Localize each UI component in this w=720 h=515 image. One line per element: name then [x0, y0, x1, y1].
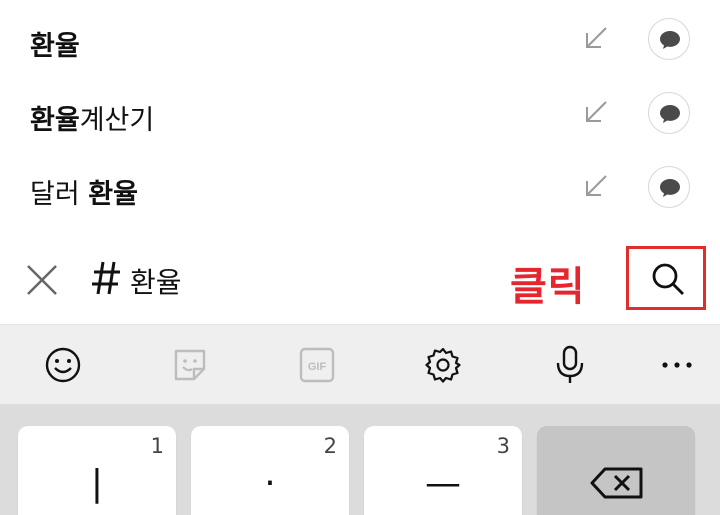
gif-label: GIF: [308, 361, 327, 373]
backspace-icon: [590, 467, 643, 499]
speech-bubble-icon: [660, 105, 680, 123]
key-1[interactable]: 1 |: [18, 426, 176, 515]
key-2[interactable]: 2 ·: [191, 426, 349, 515]
key-glyph: |: [90, 463, 104, 504]
key-number: 1: [150, 434, 164, 458]
settings-icon[interactable]: [423, 345, 463, 385]
fill-query-arrow-icon[interactable]: [582, 98, 610, 126]
key-glyph: —: [425, 463, 461, 504]
suggestion-text-part: 환율: [88, 179, 138, 210]
search-icon: [652, 263, 684, 295]
search-button[interactable]: [626, 246, 706, 310]
speech-bubble-icon: [660, 31, 680, 49]
fill-query-arrow-icon[interactable]: [582, 24, 610, 52]
suggestion-text[interactable]: 환율계산기: [30, 98, 154, 137]
key-number: 3: [496, 434, 510, 458]
suggestion-text-part: 환율: [30, 31, 80, 62]
speech-bubble-icon: [660, 179, 680, 197]
key-glyph: ·: [264, 463, 276, 504]
search-bar: 환율 클릭: [0, 232, 720, 324]
comment-button[interactable]: [648, 92, 690, 134]
backspace-key[interactable]: [537, 426, 695, 515]
gif-icon[interactable]: GIF: [297, 345, 337, 385]
sticker-icon[interactable]: [170, 345, 210, 385]
hashtag-icon: [90, 258, 122, 298]
suggestion-text[interactable]: 환율: [30, 24, 80, 63]
keyboard-toolbar: GIF: [0, 324, 720, 404]
key-number: 2: [323, 434, 337, 458]
suggestion-text[interactable]: 달러 환율: [30, 172, 138, 211]
key-3[interactable]: 3 —: [364, 426, 522, 515]
suggestion-item[interactable]: 달러 환율: [0, 150, 720, 224]
suggestion-text-part: 환율: [30, 105, 80, 136]
suggestion-item[interactable]: 환율: [0, 2, 720, 76]
emoji-icon[interactable]: [43, 345, 83, 385]
click-callout: 클릭: [510, 264, 586, 310]
suggestion-list: 환율 환율계산기 달러 환율: [0, 0, 720, 232]
close-icon[interactable]: [24, 262, 60, 298]
fill-query-arrow-icon[interactable]: [582, 172, 610, 200]
suggestion-text-part: 계산기: [79, 105, 155, 136]
comment-button[interactable]: [648, 166, 690, 208]
suggestion-text-part: 달러: [30, 179, 89, 210]
microphone-icon[interactable]: [550, 345, 590, 385]
keyboard: 1 | 2 · 3 —: [0, 404, 720, 515]
comment-button[interactable]: [648, 18, 690, 60]
more-icon[interactable]: [657, 345, 697, 385]
suggestion-item[interactable]: 환율계산기: [0, 76, 720, 150]
search-query-text[interactable]: 환율: [130, 261, 182, 301]
